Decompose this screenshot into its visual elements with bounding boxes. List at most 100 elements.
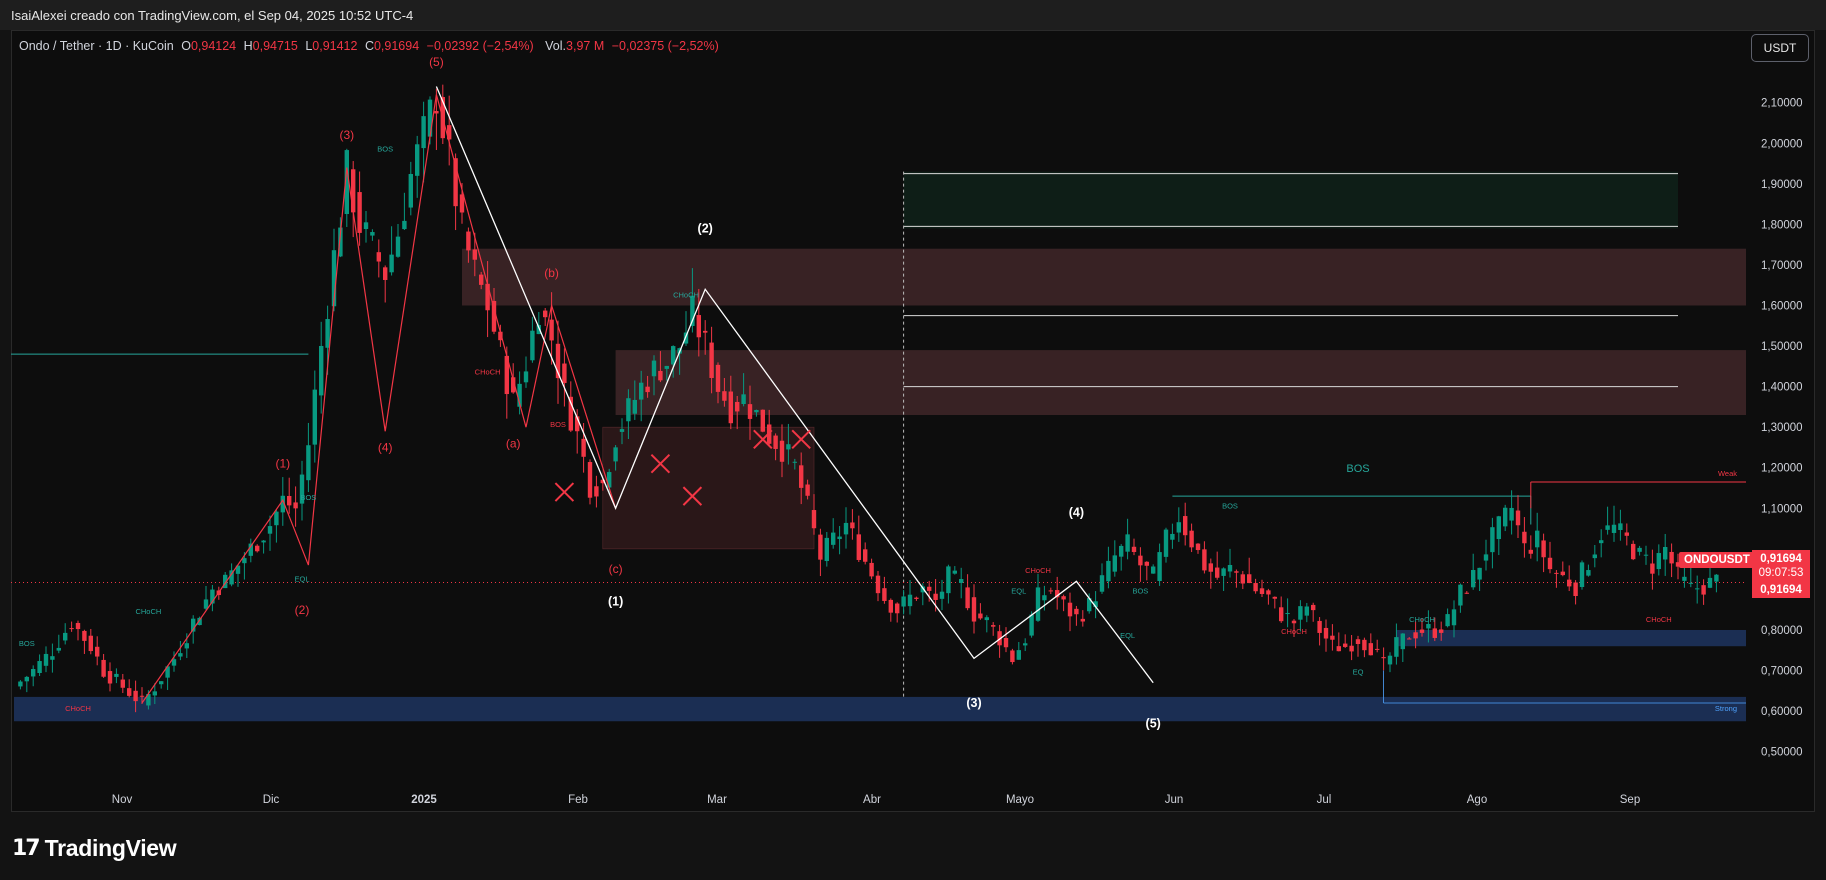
candle-body xyxy=(395,236,401,257)
candle-body xyxy=(831,532,836,545)
currency-button[interactable]: USDT xyxy=(1751,34,1809,62)
candle-body xyxy=(607,472,612,488)
candle-body xyxy=(1227,564,1233,572)
candle-body xyxy=(1714,574,1719,582)
high-label: H xyxy=(243,39,253,53)
candle-body xyxy=(1464,592,1469,594)
structure-label: EQ xyxy=(1353,668,1364,677)
candle-body xyxy=(56,647,61,651)
structure-label: EQL xyxy=(1120,631,1135,640)
wave-label-red: (b) xyxy=(544,266,559,280)
candle-body xyxy=(120,679,125,688)
candle-body xyxy=(293,502,298,509)
candle-body xyxy=(779,440,785,462)
candle-body xyxy=(242,558,247,564)
candle-body xyxy=(901,596,906,607)
candle-body xyxy=(1682,576,1687,581)
candle-body xyxy=(549,319,554,341)
candle-body xyxy=(1259,588,1265,594)
candle-body xyxy=(1074,608,1079,615)
candle-body xyxy=(1490,527,1495,553)
volume-value: 3,97 M xyxy=(566,39,605,53)
y-tick-label: 1,10000 xyxy=(1761,503,1803,515)
x-tick-label: Jul xyxy=(1317,794,1332,806)
candle-body xyxy=(658,370,663,381)
structure-label: CHoCH xyxy=(673,290,699,299)
tradingview-logo[interactable]: 17 TradingView xyxy=(12,835,177,862)
candle-body xyxy=(88,635,93,652)
strong-low-label: Strong xyxy=(1715,704,1737,713)
candle-body xyxy=(1586,570,1591,576)
candle-body xyxy=(1343,643,1348,647)
candle-body xyxy=(1407,638,1412,640)
candle-body xyxy=(1253,583,1258,592)
candle-body xyxy=(543,310,548,318)
candle-body xyxy=(1375,648,1380,650)
price-chart[interactable]: (1) (2) (3) (4) (5) (a) (b) (c) (1) (2) (3) (4) (5) B… xyxy=(11,30,1815,812)
zone-supply-lower xyxy=(615,350,1746,416)
candle-body xyxy=(1183,516,1188,536)
high-value: 0,94715 xyxy=(252,39,298,53)
candle-body xyxy=(1202,549,1207,571)
candle-body xyxy=(843,522,849,535)
candle-body xyxy=(472,249,477,260)
candle-body xyxy=(1170,533,1175,540)
candle-body xyxy=(927,586,932,591)
candle-body xyxy=(184,643,189,649)
candle-body xyxy=(1016,650,1021,660)
candle-body xyxy=(1195,543,1201,551)
candle-body xyxy=(786,444,791,450)
candle-body xyxy=(799,465,804,488)
candle-body xyxy=(1688,582,1693,584)
zone-target-green xyxy=(903,171,1678,229)
candle-body xyxy=(1573,582,1578,597)
candle-body xyxy=(1035,587,1041,621)
structure-label: CHoCH xyxy=(475,367,501,376)
candle-body xyxy=(363,222,369,230)
candle-body xyxy=(421,116,426,149)
candle-body xyxy=(127,688,132,696)
volume-change: −0,02375 (−2,52%) xyxy=(611,39,719,53)
structure-label: CHoCH xyxy=(1281,627,1307,636)
wave-label-red: (3) xyxy=(339,128,354,142)
candle-body xyxy=(1010,650,1015,663)
candle-body xyxy=(178,653,183,657)
candle-body xyxy=(1106,560,1111,582)
candle-body xyxy=(1509,507,1514,521)
y-tick-label: 1,40000 xyxy=(1761,382,1803,394)
candle-body xyxy=(1304,606,1309,616)
y-tick-label: 0,60000 xyxy=(1761,706,1803,718)
candle-body xyxy=(1567,579,1572,587)
candle-body xyxy=(1208,563,1213,572)
candle-body xyxy=(1151,566,1156,574)
candle-body xyxy=(1131,546,1137,553)
candle-body xyxy=(466,231,471,251)
candle-body xyxy=(312,389,317,445)
candle-body xyxy=(1240,574,1245,584)
x-mark xyxy=(554,482,575,502)
candle-body xyxy=(1432,628,1437,638)
candle-body xyxy=(709,342,714,378)
attribution-bar: IsaiAlexei creado con TradingView.com, e… xyxy=(0,0,1826,30)
candle-body xyxy=(1618,523,1623,531)
weak-high-label: Weak xyxy=(1718,469,1737,478)
candle-body xyxy=(75,622,81,630)
candle-body xyxy=(1605,525,1610,530)
x-tick-label: Dic xyxy=(263,794,280,806)
candle-body xyxy=(287,495,292,506)
candle-body xyxy=(619,429,625,432)
y-tick-label: 0,50000 xyxy=(1761,747,1803,759)
zone-supply-upper xyxy=(462,248,1746,306)
candle-body xyxy=(139,695,145,697)
candle-body xyxy=(1381,657,1386,659)
candle-body xyxy=(581,438,586,457)
candle-body xyxy=(415,144,420,176)
candle-body xyxy=(1138,555,1143,566)
wave-label-red: (a) xyxy=(506,436,521,450)
candle-body xyxy=(1023,643,1028,646)
candle-body xyxy=(811,510,817,529)
candle-body xyxy=(485,283,490,311)
bos-label: BOS xyxy=(1346,463,1369,475)
candle-body xyxy=(37,661,42,674)
candle-body xyxy=(114,673,119,677)
